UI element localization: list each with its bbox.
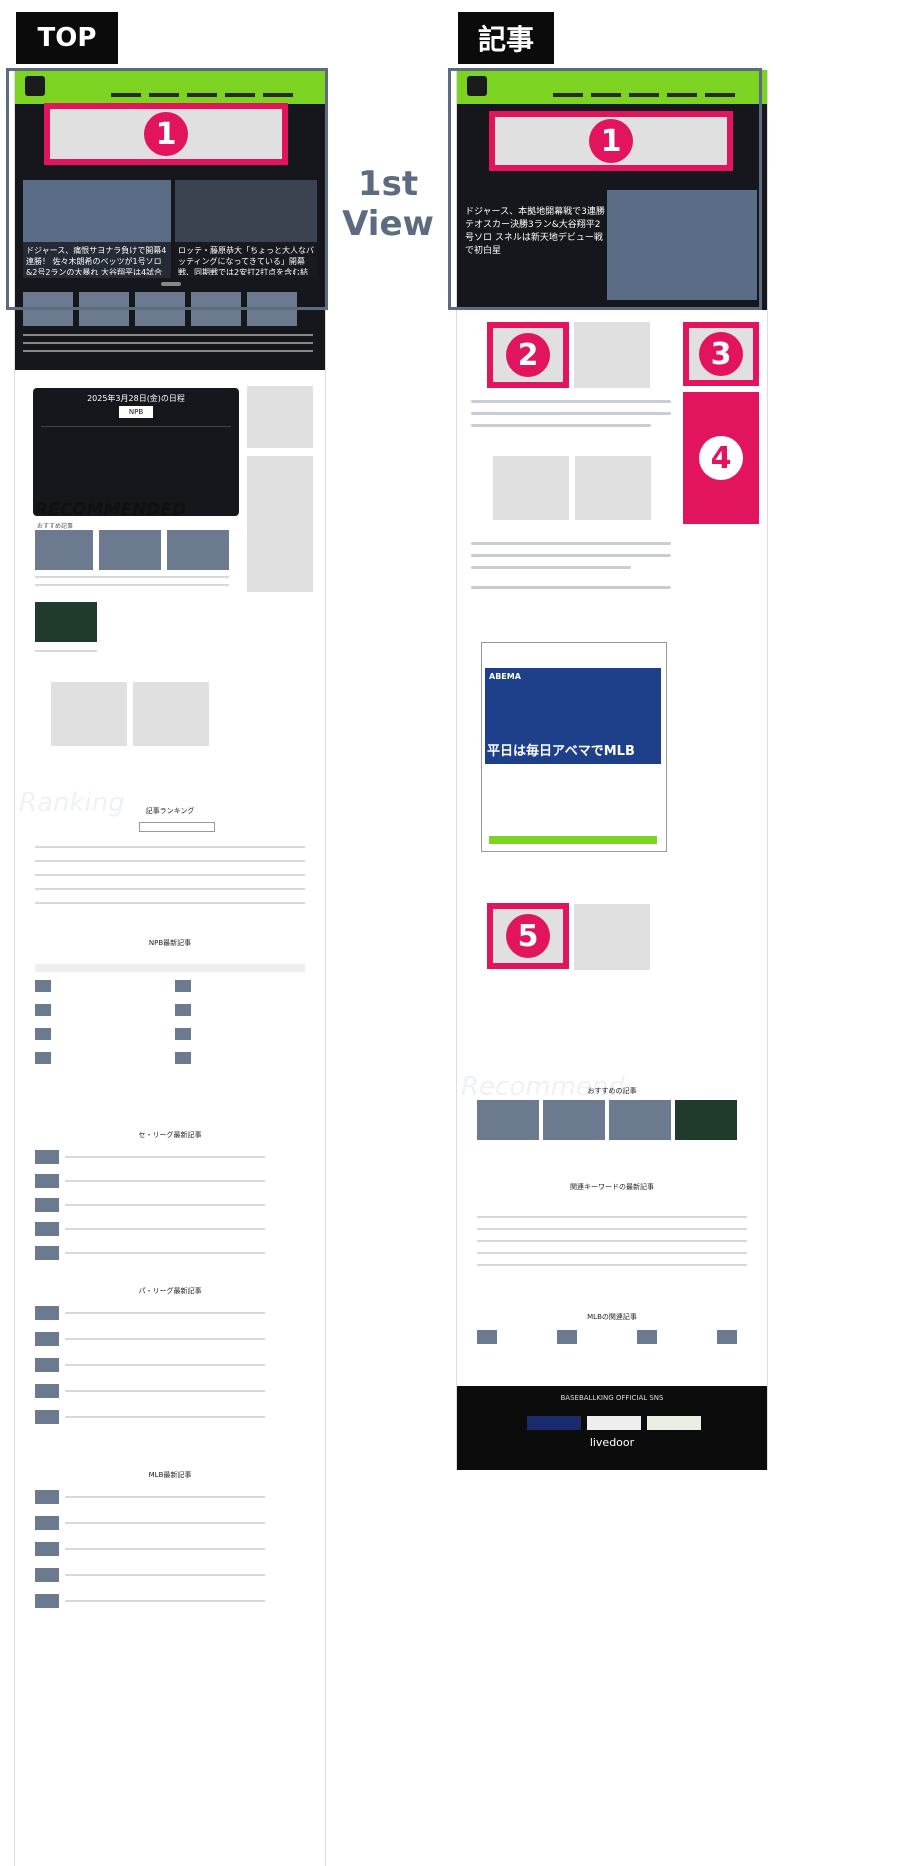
recommended-sub: おすすめ記事 — [37, 523, 74, 530]
schedule-games[interactable] — [41, 426, 231, 507]
ranking-title: 記事ランキング — [145, 807, 195, 815]
marker-1-top: 1 — [44, 103, 288, 165]
marker-2: 2 — [487, 322, 569, 388]
rec-thumb-2[interactable] — [99, 530, 161, 570]
mlb-related-title: MLBの関連記事 — [587, 1313, 637, 1321]
art-rec-thumb-4[interactable] — [675, 1100, 737, 1140]
footer-banner-2[interactable] — [587, 1416, 641, 1430]
marker-2-badge: 2 — [506, 333, 550, 377]
marker-4-badge: 4 — [699, 436, 743, 480]
marker-5-badge: 5 — [506, 914, 550, 958]
footer-title: BASEBALLKING OFFICIAL SNS — [560, 1394, 664, 1402]
art-rec-thumb-2[interactable] — [543, 1100, 605, 1140]
marker-5: 5 — [487, 903, 569, 969]
footer-banner-1[interactable] — [527, 1416, 581, 1430]
art-rec-thumb-3[interactable] — [609, 1100, 671, 1140]
article-ad-2b — [574, 322, 650, 388]
recommend-title: おすすめの記事 — [587, 1087, 637, 1095]
article-inline-ad-2 — [575, 456, 651, 520]
marker-1-badge-article: 1 — [589, 119, 633, 163]
pacific-title: パ・リーグ最新記事 — [138, 1287, 202, 1295]
marker-1-badge-top: 1 — [144, 112, 188, 156]
footer-logo[interactable]: livedoor — [457, 1436, 767, 1449]
schedule-tab-npb[interactable]: NPB — [119, 406, 153, 418]
article-first-view-frame — [448, 68, 762, 310]
abema-cta[interactable] — [489, 836, 657, 844]
recommended-heading: RECOMMENDED — [35, 500, 187, 520]
marker-1-article: 1 — [489, 111, 733, 171]
ranking-tabs[interactable] — [139, 822, 215, 832]
top-tab-label: TOP — [16, 12, 118, 64]
abema-ad-title: 平日は毎日アベマでMLB — [487, 744, 635, 759]
rec-thumb-4[interactable] — [35, 602, 97, 642]
art-rec-thumb-1[interactable] — [477, 1100, 539, 1140]
article-inline-ad-1 — [493, 456, 569, 520]
side-ad-2 — [247, 456, 313, 592]
top-ad-2 — [133, 682, 209, 746]
top-tab-text: TOP — [37, 23, 97, 53]
mlb-title: MLB最新記事 — [148, 1471, 192, 1479]
marker-4: 4 — [683, 392, 759, 524]
npb-league-tabs[interactable] — [35, 964, 305, 972]
abema-brand: ABEMA — [489, 672, 521, 681]
rec-thumb-3[interactable] — [167, 530, 229, 570]
top-page-preview: ドジャース、痛恨サヨナラ負けで開幕4連勝！ 佐々木朗希のベッツが1号ソロ&2号2… — [14, 70, 326, 1866]
schedule-title: 2025年3月28日(金)の日程 — [87, 394, 185, 403]
related-title: 関連キーワードの最新記事 — [570, 1183, 654, 1191]
central-title: セ・リーグ最新記事 — [138, 1131, 202, 1139]
top-ad-1 — [51, 682, 127, 746]
article-tab-text: 記事 — [477, 23, 534, 56]
footer-banner-3[interactable] — [647, 1416, 701, 1430]
marker-3: 3 — [683, 322, 759, 386]
article-ad-5b — [574, 904, 650, 970]
side-ad-1 — [247, 386, 313, 448]
first-view-label: 1st View — [342, 164, 434, 244]
article-tab-label: 記事 — [458, 12, 554, 64]
rec-thumb-1[interactable] — [35, 530, 93, 570]
marker-3-badge: 3 — [699, 332, 743, 376]
npb-title: NPB最新記事 — [148, 939, 192, 947]
